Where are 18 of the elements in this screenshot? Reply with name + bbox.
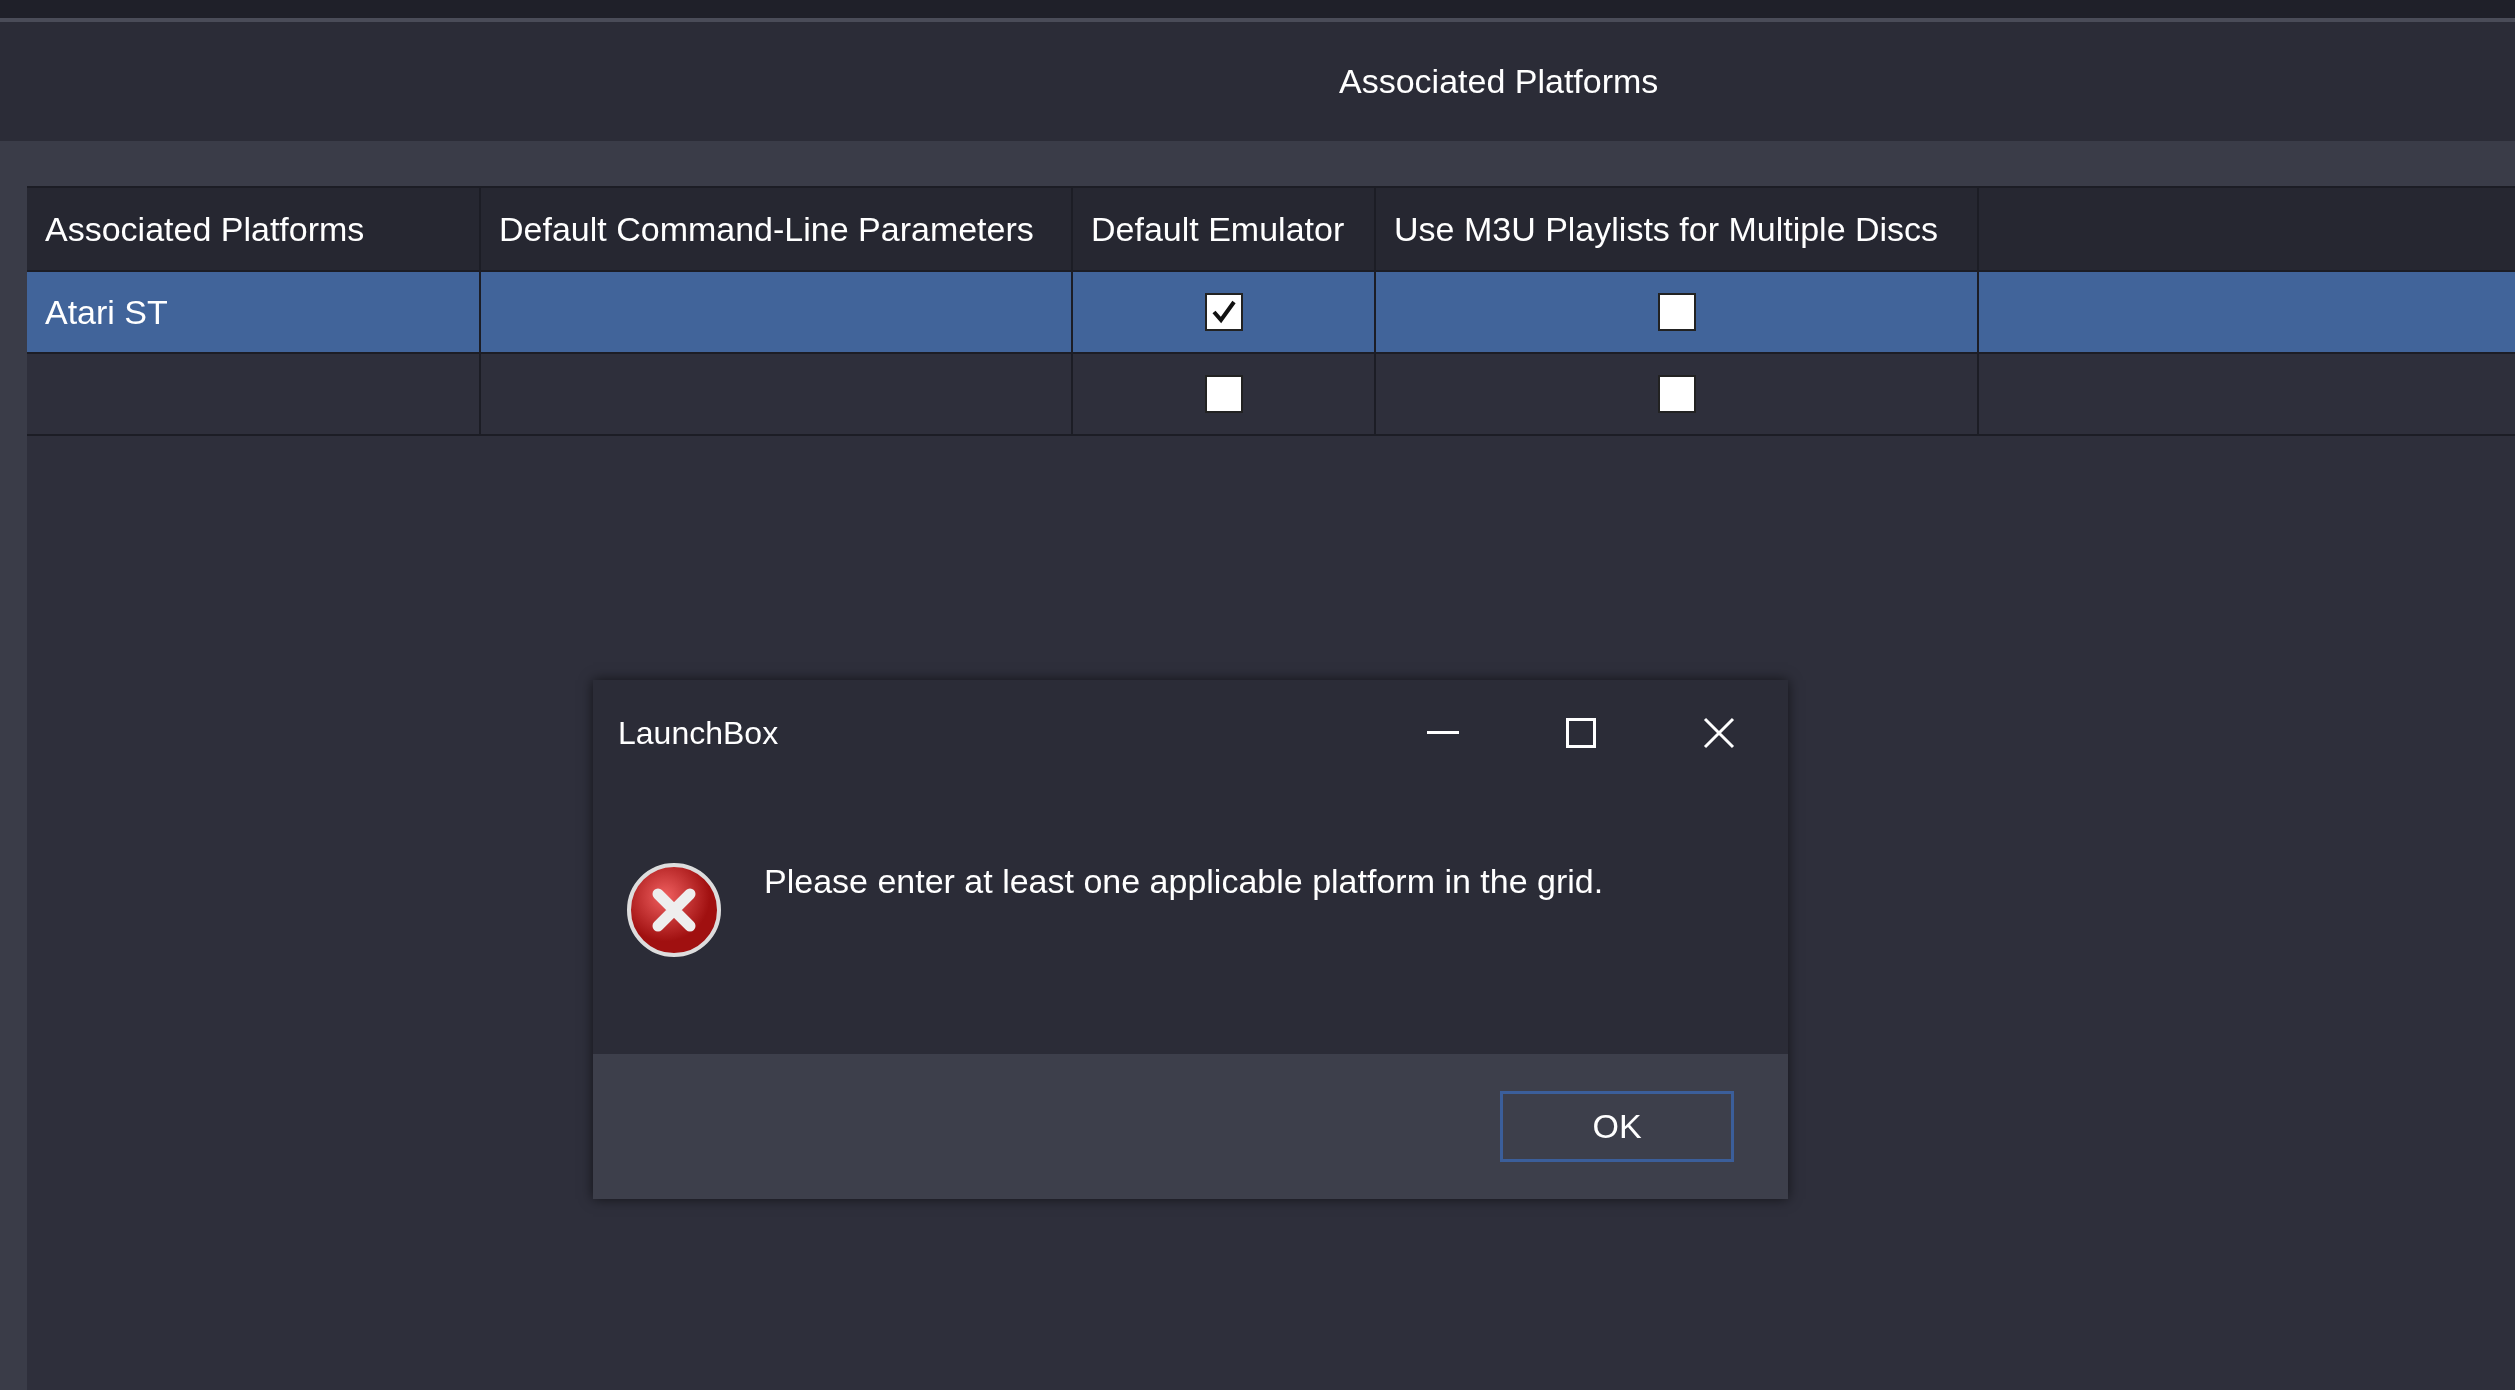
dialog-title: LaunchBox — [618, 714, 780, 752]
column-header[interactable]: Default Emulator — [1073, 188, 1376, 270]
checkbox[interactable] — [1204, 293, 1243, 331]
checkbox[interactable] — [1657, 293, 1696, 331]
table-cell: Atari ST — [27, 272, 481, 352]
maximize-icon — [1566, 718, 1596, 748]
checkbox[interactable] — [1657, 375, 1696, 413]
checkbox[interactable] — [1204, 375, 1243, 413]
error-icon — [626, 862, 722, 958]
column-header[interactable]: Use M3U Playlists for Multiple Discs — [1376, 188, 1979, 270]
minimize-icon — [1427, 731, 1459, 735]
grid-row[interactable]: Atari ST — [27, 272, 2515, 354]
window-title: Associated Platforms — [1339, 62, 1659, 101]
dialog-message: Please enter at least one applicable platform in the grid. — [764, 862, 1604, 901]
ok-button[interactable]: OK — [1500, 1091, 1734, 1162]
close-icon — [1703, 717, 1735, 749]
column-header[interactable]: Associated Platforms — [27, 188, 481, 270]
column-header[interactable]: Default Command-Line Parameters — [481, 188, 1073, 270]
